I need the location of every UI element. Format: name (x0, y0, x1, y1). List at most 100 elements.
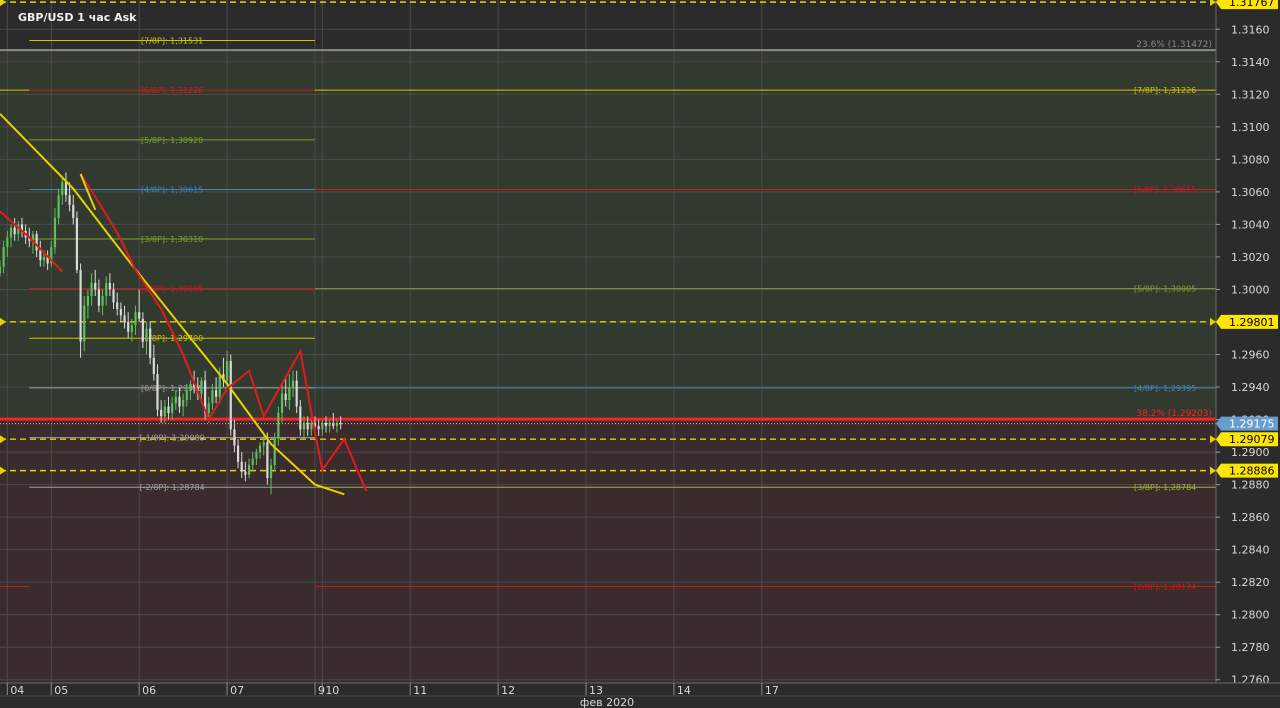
price-tick-label: 1.2900 (1231, 446, 1270, 459)
time-axis[interactable]: 04 05 06 07 9 10 11 12 13 14 17 (0, 682, 1280, 708)
murrey-right-label: [4/8P]: 1,29395 (1134, 384, 1196, 393)
price-tick-label: 1.3080 (1231, 153, 1270, 166)
candle-body (236, 445, 240, 462)
candle-body (79, 269, 82, 342)
price-axis[interactable]: 1.3160 1.3140 1.3120 1.3100 1.3080 1.3060 1.30… (1215, 0, 1280, 708)
candle-body (90, 282, 93, 296)
candle-body (94, 282, 97, 290)
candle-body (138, 312, 141, 319)
time-tick-label: 17 (765, 684, 779, 697)
candle-body (75, 217, 79, 270)
candle-body (229, 361, 232, 430)
candle-body (266, 442, 269, 479)
murrey-left-label: [-1/8P]: 1,29089 (140, 434, 205, 443)
murrey-left-label: [4/8P]: 1,30615 (141, 185, 203, 194)
candle-body (42, 256, 46, 261)
candle-body (13, 227, 16, 235)
candle-body (141, 318, 144, 342)
time-tick-label: 11 (413, 684, 427, 697)
time-tick-label: 9 (318, 684, 325, 697)
candle-body (288, 387, 291, 401)
fib-level-label: 38.2% (1.29203) (1136, 409, 1212, 419)
murrey-left-label: [6/8P]: 1,31226 (141, 86, 203, 95)
time-tick-label: 14 (677, 684, 691, 697)
current-price-badge-label: 1.29175 (1229, 418, 1275, 431)
price-tick-label: 1.3120 (1231, 88, 1270, 101)
candle-body (160, 409, 163, 417)
candle-body (57, 195, 60, 218)
candle-body (119, 308, 122, 316)
candle-body (233, 429, 236, 446)
candle-body (299, 406, 302, 430)
time-tick-label: 07 (230, 684, 244, 697)
candle-body (317, 426, 320, 430)
candle-body (105, 282, 108, 296)
price-tick-label: 1.2840 (1231, 544, 1270, 557)
candle-body (178, 396, 181, 407)
candle-body (0, 266, 2, 274)
candle-body (156, 374, 159, 410)
candle-body (258, 445, 262, 453)
candle-body (255, 452, 258, 459)
candle-body (72, 204, 75, 218)
price-tick-label: 1.3000 (1231, 283, 1270, 296)
murrey-right-label: [3/8P]: 1,28784 (1134, 483, 1196, 492)
murrey-right-label: [6/8P]: 1,30615 (1134, 185, 1196, 194)
time-tick-label: 12 (501, 684, 515, 697)
price-tick-label: 1.3060 (1231, 186, 1270, 199)
candle-body (61, 182, 64, 196)
murrey-left-label: [7/8P]: 1,31531 (141, 36, 203, 45)
candle-body (211, 390, 214, 404)
time-tick-label: 04 (10, 684, 24, 697)
candle-body (130, 325, 133, 332)
candle-body (123, 315, 126, 322)
time-tick-label: 06 (142, 684, 156, 697)
murrey-left-label: [-2/8P]: 1,28784 (140, 483, 205, 492)
candle-body (127, 321, 130, 332)
price-tick-label: 1.3140 (1231, 56, 1270, 69)
candle-body (185, 390, 188, 401)
level-price-badge-label: 1.28886 (1229, 465, 1275, 478)
candle-body (182, 400, 185, 407)
time-tick-label: 05 (54, 684, 68, 697)
candle-body (240, 461, 243, 472)
price-tick-label: 1.2880 (1231, 479, 1270, 492)
candle-body (163, 406, 166, 417)
candle-body (112, 289, 115, 303)
candle-body (262, 442, 265, 446)
candle-body (280, 393, 284, 414)
candle-body (97, 289, 100, 306)
chart-title: GBP/USD 1 час Ask (18, 11, 137, 24)
candle-body (171, 403, 174, 414)
candle-body (53, 217, 57, 248)
candle-body (291, 380, 295, 388)
candle-body (218, 374, 221, 397)
candle-body (273, 439, 276, 466)
candle-body (189, 383, 192, 391)
murrey-left-label: [3/8P]: 1,30310 (141, 235, 203, 244)
candle-body (108, 282, 111, 290)
murrey-right-label: [2/8P]: 1,28174 (1134, 582, 1196, 591)
candle-body (2, 247, 5, 267)
price-tick-label: 1.2800 (1231, 609, 1270, 622)
candle-body (101, 295, 104, 306)
candle-body (247, 465, 251, 475)
candle-body (9, 227, 13, 238)
price-tick-label: 1.3020 (1231, 251, 1270, 264)
candle-body (277, 413, 280, 440)
price-chart[interactable]: 23.6% (1.31472)38.2% (1.29203) [8/8P]: 1… (0, 0, 1280, 708)
candle-body (269, 465, 273, 479)
price-tick-label: 1.2780 (1231, 641, 1270, 654)
level-price-badge-label: 1.29801 (1229, 316, 1275, 329)
murrey-right-label: [7/8P]: 1,31226 (1134, 86, 1196, 95)
price-tick-label: 1.2860 (1231, 511, 1270, 524)
candle-body (225, 361, 229, 381)
price-tick-label: 1.3040 (1231, 218, 1270, 231)
candle-body (134, 312, 137, 326)
candle-body (6, 237, 9, 248)
candle-body (68, 195, 71, 205)
candle-body (174, 396, 177, 404)
zone-lower (0, 421, 1216, 683)
price-tick-label: 1.2940 (1231, 381, 1270, 394)
candle-body (214, 390, 218, 397)
